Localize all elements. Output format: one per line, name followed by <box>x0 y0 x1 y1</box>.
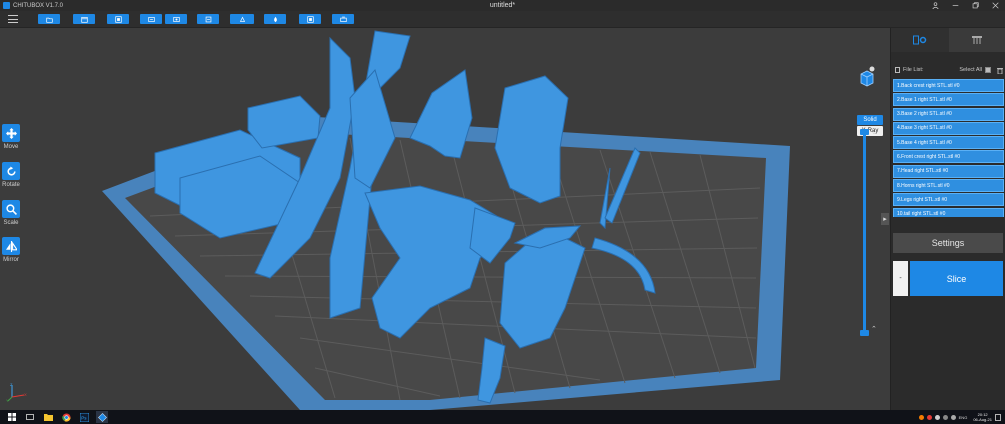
move-label: Move <box>3 144 19 150</box>
network-icon[interactable] <box>942 414 948 420</box>
file-list-icon <box>895 67 900 73</box>
file-list[interactable]: 1.Back crest right STL.stl #0 2.Base 1 r… <box>893 79 1004 217</box>
tray-app-icon[interactable] <box>918 414 924 420</box>
file-list-item[interactable]: 6.Front crest right STL.stl #0 <box>893 150 1004 164</box>
3d-viewport[interactable]: Solid X-Ray ⌄ ⌃ Move Rotate Scale Mirror… <box>0 28 890 410</box>
chevron-down-icon[interactable]: ⌄ <box>871 128 877 136</box>
hollow-icon <box>147 16 155 22</box>
minimize-icon[interactable] <box>945 0 965 11</box>
select-all-label[interactable]: Select All <box>959 67 982 73</box>
file-list-item[interactable]: 10.tail right STL.stl #0 <box>893 207 1004 217</box>
file-list-item[interactable]: 9.Legs right STL.stl #0 <box>893 193 1004 207</box>
support-button[interactable] <box>230 14 254 24</box>
tray-app-icon[interactable] <box>934 414 940 420</box>
move-icon <box>2 124 20 142</box>
layer-slider-top-handle[interactable] <box>860 129 869 135</box>
app-name: CHITUBOX V1.7.0 <box>13 2 64 9</box>
right-panel: ▸ File List: Select All 1.Back crest rig… <box>881 28 1005 410</box>
open-folder-icon <box>80 16 88 23</box>
axis-gizmo-icon: Z X Y <box>6 383 27 403</box>
rotate-icon <box>2 162 20 180</box>
notification-icon[interactable] <box>995 413 1001 421</box>
file-list-item[interactable]: 3.Base 2 right STL.stl #0 <box>893 107 1004 121</box>
print-button[interactable] <box>332 14 354 24</box>
svg-text:Ps: Ps <box>81 415 87 420</box>
chrome-icon[interactable] <box>60 411 72 423</box>
volume-icon[interactable] <box>950 414 956 420</box>
svg-text:Y: Y <box>6 398 9 403</box>
chitubox-logo-icon <box>3 2 10 9</box>
mirror-tool[interactable]: Mirror <box>1 237 21 263</box>
resin-button[interactable] <box>264 14 286 24</box>
language-indicator[interactable]: ENG <box>959 415 968 420</box>
svg-text:Z: Z <box>10 383 13 387</box>
clock[interactable]: 20:12 06-Aug-21 <box>973 412 992 422</box>
scale-tool[interactable]: Scale <box>1 200 21 226</box>
preview-button[interactable] <box>299 14 321 24</box>
open-file-icon <box>45 17 53 23</box>
tab-file-settings[interactable] <box>891 28 949 52</box>
dig-hole-button[interactable] <box>165 14 187 24</box>
print-icon <box>339 16 347 22</box>
main-toolbar <box>0 11 1005 28</box>
windows-taskbar: Ps ENG 20:12 06-Aug-21 <box>0 410 1005 424</box>
dig-hole-icon <box>172 16 180 22</box>
trash-icon[interactable] <box>997 67 1003 74</box>
start-icon[interactable] <box>6 411 18 423</box>
auto-layout-icon <box>114 15 122 23</box>
file-list-item[interactable]: 8.Horns right STL.stl #0 <box>893 179 1004 193</box>
title-bar: CHITUBOX V1.7.0 untitled* <box>0 0 1005 11</box>
auto-layout-button[interactable] <box>107 14 129 24</box>
measure-icon <box>205 16 211 22</box>
file-list-item[interactable]: 7.Head right STL.stl #0 <box>893 164 1004 178</box>
photoshop-icon[interactable]: Ps <box>78 411 90 423</box>
file-settings-icon <box>912 35 926 45</box>
file-list-item[interactable]: 1.Back crest right STL.stl #0 <box>893 79 1004 92</box>
measure-button[interactable] <box>197 14 219 24</box>
settings-button[interactable]: Settings <box>893 233 1003 253</box>
scale-icon <box>2 200 20 218</box>
preview-icon <box>306 15 314 23</box>
document-title: untitled* <box>489 2 516 9</box>
layer-slider-bottom-handle[interactable] <box>860 330 869 336</box>
support-icon <box>239 16 245 22</box>
tray-app-icon[interactable] <box>926 414 932 420</box>
file-list-label: File List: <box>903 67 924 73</box>
tab-supports[interactable] <box>948 28 1005 52</box>
user-icon[interactable] <box>925 0 945 11</box>
file-list-item[interactable]: 2.Base 1 right STL.stl #0 <box>893 93 1004 107</box>
collapse-panel-icon[interactable]: ▸ <box>881 213 889 225</box>
scene-canvas[interactable] <box>0 28 890 410</box>
maximize-icon[interactable] <box>965 0 985 11</box>
chevron-up-icon[interactable]: ⌃ <box>871 325 877 333</box>
open-folder-button[interactable] <box>73 14 95 24</box>
scale-label: Scale <box>3 220 19 226</box>
rotate-label: Rotate <box>2 182 20 188</box>
file-explorer-icon[interactable] <box>42 411 54 423</box>
file-list-item[interactable]: 5.Base 4 right STL.stl #0 <box>893 136 1004 150</box>
hamburger-menu-icon[interactable] <box>8 14 18 24</box>
mirror-label: Mirror <box>3 257 19 263</box>
select-all-checkbox[interactable] <box>985 67 991 73</box>
resin-icon <box>273 16 277 22</box>
rotate-tool[interactable]: Rotate <box>1 162 21 188</box>
clock-date: 06-Aug-21 <box>973 417 992 422</box>
layer-slider-track[interactable] <box>863 132 866 332</box>
file-list-header: File List: Select All <box>895 66 1003 74</box>
open-file-button[interactable] <box>38 14 60 24</box>
hollow-button[interactable] <box>140 14 162 24</box>
mirror-icon <box>2 237 20 255</box>
svg-text:X: X <box>24 392 27 397</box>
slice-button[interactable]: Slice <box>910 261 1003 296</box>
system-tray: ENG 20:12 06-Aug-21 <box>918 411 1001 423</box>
chitubox-icon[interactable] <box>96 411 108 423</box>
collapse-slice-button[interactable]: - <box>893 261 908 296</box>
view-cube-icon[interactable] <box>858 66 876 88</box>
file-list-item[interactable]: 4.Base 3 right STL.stl #0 <box>893 121 1004 135</box>
supports-icon <box>972 36 983 44</box>
close-icon[interactable] <box>985 0 1005 11</box>
move-tool[interactable]: Move <box>1 124 21 150</box>
solid-view-button[interactable]: Solid <box>857 115 883 125</box>
taskview-icon[interactable] <box>24 411 36 423</box>
